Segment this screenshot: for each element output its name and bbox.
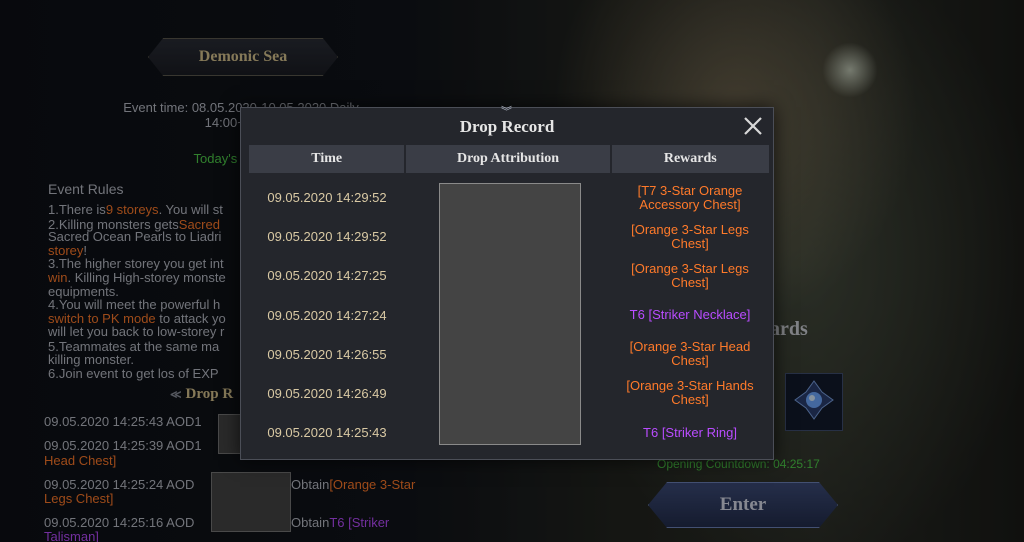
time-cell: 09.05.2020 14:29:52 <box>267 190 387 205</box>
column-header-drop-attribution: Drop Attribution <box>406 145 610 173</box>
reward-cell: [Orange 3-Star Hands Chest] <box>626 378 754 408</box>
time-cell: 09.05.2020 14:29:52 <box>267 229 387 245</box>
reward-cell: T6 [Striker Necklace] <box>629 307 751 323</box>
time-cell: 09.05.2020 14:25:43 <box>267 425 387 441</box>
drop-attribution-placeholder <box>439 183 581 445</box>
drop-record-dialog: ︾ Drop Record Time Drop Attribution Rewa… <box>240 106 774 460</box>
time-cell: 09.05.2020 14:27:25 <box>267 268 387 284</box>
table-header: Time Drop Attribution Rewards <box>249 145 769 173</box>
close-icon[interactable] <box>741 114 765 138</box>
reward-cell: [Orange 3-Star Legs Chest] <box>631 260 749 290</box>
reward-cell: [Orange 3-Star Head Chest] <box>629 339 751 369</box>
column-header-time: Time <box>249 145 405 173</box>
time-cell: 09.05.2020 14:26:49 <box>267 385 387 401</box>
column-header-rewards: Rewards <box>611 145 769 173</box>
reward-cell: T6 [Striker Ring] <box>643 424 737 440</box>
reward-cell: [T7 3-Star Orange Accessory Chest] <box>637 182 743 212</box>
time-cell: 09.05.2020 14:26:55 <box>267 346 387 362</box>
time-cell: 09.05.2020 14:27:24 <box>267 307 387 323</box>
dialog-title: Drop Record <box>459 117 555 136</box>
reward-cell: [Orange 3-Star Legs Chest] <box>631 221 749 251</box>
